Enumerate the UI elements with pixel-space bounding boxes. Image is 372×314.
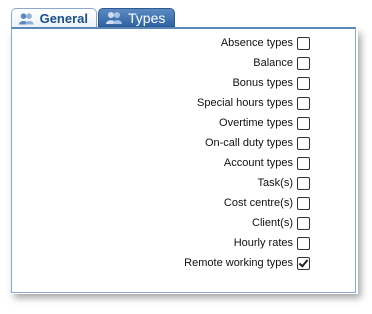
option-row[interactable]: Cost centre(s) xyxy=(224,193,310,213)
tab-bar: General Types xyxy=(11,8,176,29)
option-row[interactable]: Bonus types xyxy=(232,73,310,93)
tab-types[interactable]: Types xyxy=(98,8,175,27)
tab-general-label: General xyxy=(39,10,88,26)
option-label: Remote working types xyxy=(184,257,293,269)
option-checkbox[interactable] xyxy=(297,36,310,50)
users-icon xyxy=(18,12,34,24)
option-label: Bonus types xyxy=(232,77,293,89)
option-label: Cost centre(s) xyxy=(223,197,293,209)
option-row[interactable]: Hourly rates xyxy=(234,233,310,253)
option-row[interactable]: Absence types xyxy=(221,33,310,53)
tab-types-label: Types xyxy=(128,9,166,26)
option-checkbox[interactable] xyxy=(297,76,310,90)
option-checkbox[interactable] xyxy=(297,216,310,230)
option-label: Special hours types xyxy=(197,97,293,109)
option-checkbox[interactable] xyxy=(297,96,310,110)
type-option-list: Absence types Balance Bonus types Special h… xyxy=(184,33,310,273)
option-checkbox[interactable] xyxy=(297,236,310,250)
users-icon xyxy=(106,12,122,24)
option-label: Balance xyxy=(253,57,293,69)
option-checkbox[interactable] xyxy=(297,156,310,170)
option-row[interactable]: Client(s) xyxy=(252,213,310,233)
option-label: Absence types xyxy=(220,37,293,49)
option-label: Overtime types xyxy=(219,117,293,129)
option-checkbox[interactable] xyxy=(297,116,310,130)
option-checkbox[interactable] xyxy=(297,196,310,210)
option-label: Client(s) xyxy=(252,217,293,229)
option-row[interactable]: Remote working types xyxy=(184,253,310,273)
option-row[interactable]: Overtime types xyxy=(219,113,310,133)
tab-general[interactable]: General xyxy=(11,8,97,27)
option-row[interactable]: Task(s) xyxy=(258,173,310,193)
option-row[interactable]: Account types xyxy=(224,153,310,173)
option-label: Account types xyxy=(223,157,293,169)
option-row[interactable]: On-call duty types xyxy=(205,133,310,153)
option-label: Hourly rates xyxy=(233,237,293,249)
option-label: On-call duty types xyxy=(204,137,293,149)
option-row[interactable]: Balance xyxy=(253,53,310,73)
option-row[interactable]: Special hours types xyxy=(197,93,310,113)
option-checkbox[interactable] xyxy=(297,136,310,150)
option-checkbox[interactable] xyxy=(297,176,310,190)
option-label: Task(s) xyxy=(257,177,293,189)
option-checkbox[interactable] xyxy=(297,256,310,270)
option-checkbox[interactable] xyxy=(297,56,310,70)
